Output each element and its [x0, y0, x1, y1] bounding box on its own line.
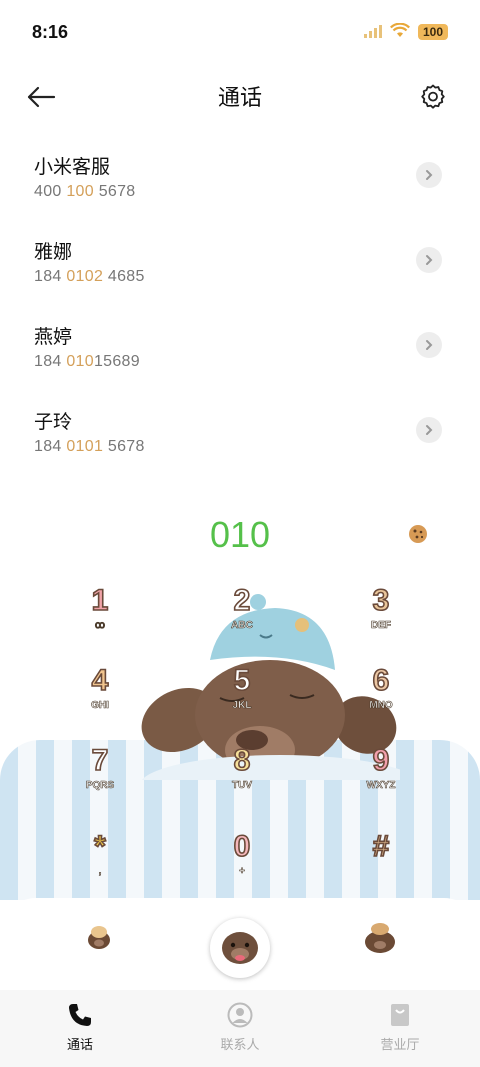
key-letters: WXYZ — [366, 780, 396, 792]
dial-key-8[interactable]: 8 TUV — [197, 743, 287, 814]
key-digit: 4 — [91, 663, 109, 698]
contact-name: 小米客服 — [34, 156, 111, 178]
contact-list: 小米客服 400 100 5678 雅娜 184 0102 4685 燕婷 18… — [0, 136, 480, 476]
contact-number: 184 01015689 — [34, 353, 140, 370]
settings-button[interactable] — [416, 80, 450, 114]
key-letters: ꝏ — [94, 620, 106, 632]
dial-key-1[interactable]: 1ꝏ — [55, 583, 145, 654]
phone-icon — [69, 1004, 91, 1026]
detail-button[interactable] — [416, 162, 442, 188]
tab-label: 联系人 — [220, 1038, 260, 1053]
header: 通话 — [0, 72, 480, 120]
arrow-left-icon — [27, 86, 56, 108]
contact-name: 子玲 — [34, 411, 73, 433]
contact-name: 燕婷 — [34, 326, 73, 348]
tab-calls[interactable]: 通话 — [0, 990, 160, 1067]
detail-button[interactable] — [416, 417, 442, 443]
list-item[interactable]: 燕婷 184 01015689 — [0, 306, 480, 391]
cookie-icon[interactable] — [408, 524, 428, 544]
signal-icon — [363, 23, 382, 42]
key-digit: 0 — [233, 829, 251, 864]
gear-icon — [421, 84, 445, 109]
chevron-right-icon — [426, 255, 433, 265]
tab-contacts[interactable]: 联系人 — [160, 990, 320, 1067]
dial-key-star[interactable]: *, — [55, 829, 145, 900]
dial-key-5[interactable]: 5 JKL — [197, 663, 287, 734]
key-digit: 1 — [91, 583, 109, 618]
dial-key-3[interactable]: 3 DEF — [336, 583, 426, 654]
puppy-sticker-icon[interactable] — [84, 922, 114, 952]
list-item[interactable]: 雅娜 184 0102 4685 — [0, 221, 480, 306]
chevron-right-icon — [426, 170, 433, 180]
dial-key-6[interactable]: 6 MNO — [336, 663, 426, 734]
contact-number: 400 100 5678 — [34, 183, 136, 200]
person-icon — [227, 1002, 253, 1028]
key-letters: TUV — [232, 780, 253, 792]
back-button[interactable] — [24, 80, 58, 114]
call-action-panel — [0, 898, 480, 990]
key-letters: ABC — [231, 620, 253, 632]
dial-key-9[interactable]: 9 WXYZ — [336, 743, 426, 814]
key-letters: PQRS — [85, 780, 115, 792]
dial-area: 010 1ꝏ 2 ABC 3 DEF 4 GHI 5 JKL 6 MNO 7 PQRS 8T… — [0, 500, 480, 900]
dial-key-hash[interactable]: # — [336, 829, 426, 900]
key-digit: 3 — [372, 583, 390, 618]
key-letters: , — [98, 866, 102, 878]
key-letters: + — [239, 866, 245, 878]
key-digit: 9 — [372, 743, 390, 778]
chevron-right-icon — [426, 340, 433, 350]
tab-service-hall[interactable]: 营业厅 — [320, 990, 480, 1067]
chevron-right-icon — [426, 425, 433, 435]
key-letters: MNO — [369, 700, 393, 712]
page-title: 通话 — [217, 86, 262, 111]
puppy-hat-sticker-icon[interactable] — [360, 920, 400, 954]
contact-number: 184 0101 5678 — [34, 438, 145, 455]
key-digit: 2 — [233, 583, 251, 618]
key-digit: 7 — [91, 743, 109, 778]
bottom-tab-bar: 通话 联系人 营业厅 — [0, 990, 480, 1067]
tab-label: 营业厅 — [380, 1038, 420, 1053]
bag-icon — [391, 1004, 409, 1026]
key-digit: 5 — [233, 663, 251, 698]
key-letters: DEF — [371, 620, 392, 632]
key-digit: * — [93, 829, 106, 864]
key-digit: # — [372, 829, 390, 864]
contact-name: 雅娜 — [34, 241, 73, 263]
puppy-face-icon — [222, 932, 258, 964]
detail-button[interactable] — [416, 247, 442, 273]
status-icons: 100 — [363, 22, 448, 42]
key-digit: 6 — [372, 663, 390, 698]
dial-key-2[interactable]: 2 ABC — [197, 583, 287, 654]
list-item[interactable]: 子玲 184 0101 5678 — [0, 391, 480, 476]
dial-key-7[interactable]: 7 PQRS — [55, 743, 145, 814]
list-item[interactable]: 小米客服 400 100 5678 — [0, 136, 480, 221]
dial-key-0[interactable]: 0 + — [197, 829, 287, 900]
key-letters: GHI — [91, 700, 109, 712]
dial-key-4[interactable]: 4 GHI — [55, 663, 145, 734]
key-letters: JKL — [232, 700, 252, 712]
detail-button[interactable] — [416, 332, 442, 358]
status-bar: 8:16 100 — [0, 0, 480, 64]
tab-label: 通话 — [66, 1038, 93, 1053]
status-time: 8:16 — [32, 21, 69, 42]
wifi-icon — [389, 22, 410, 42]
key-digit: 8 — [233, 743, 251, 778]
call-button[interactable] — [210, 918, 270, 978]
battery-indicator: 100 — [417, 24, 448, 40]
contact-number: 184 0102 4685 — [34, 268, 145, 285]
